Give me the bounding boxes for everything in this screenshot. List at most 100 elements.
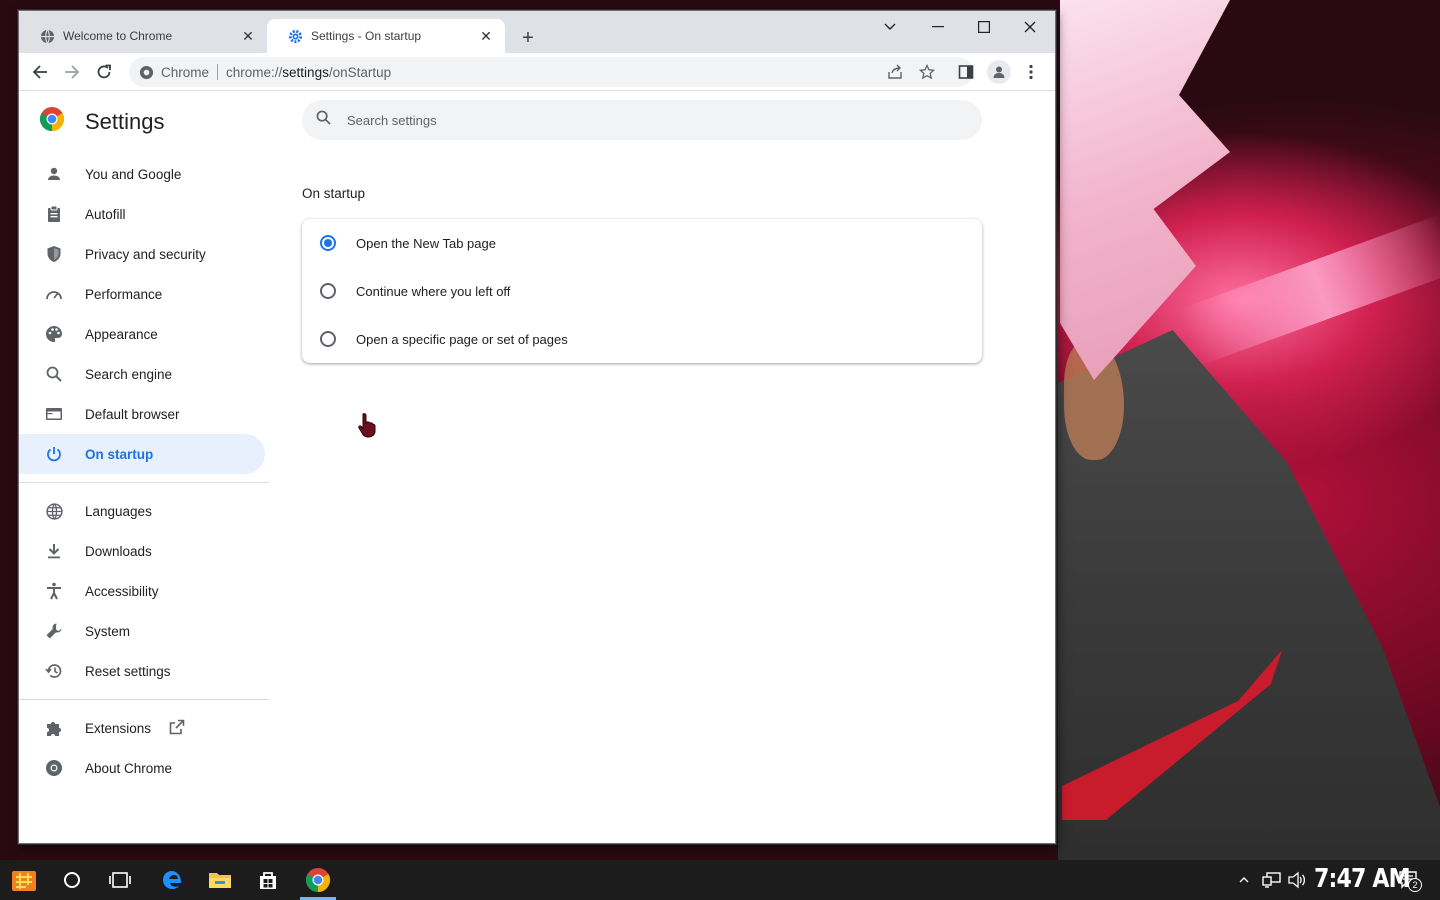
chrome-icon — [43, 757, 65, 779]
hand-cursor-icon — [358, 413, 376, 438]
notification-center-icon[interactable]: 2 — [1398, 866, 1422, 894]
store-icon[interactable] — [252, 864, 284, 896]
download-icon — [43, 540, 65, 562]
sidebar-item-about-chrome[interactable]: About Chrome — [19, 748, 269, 788]
tab-title: Settings - On startup — [311, 29, 422, 43]
person-icon — [43, 163, 65, 185]
sidebar-item-appearance[interactable]: Appearance — [19, 314, 269, 354]
search-settings-input[interactable]: Search settings — [302, 100, 982, 140]
sidebar-item-label: Reset settings — [85, 663, 171, 679]
task-view-icon[interactable] — [104, 864, 136, 896]
tab-settings[interactable]: Settings - On startup ✕ — [267, 19, 505, 53]
sidebar-item-label: Performance — [85, 286, 163, 302]
wrench-icon — [43, 620, 65, 642]
sidebar-item-label: Search engine — [85, 366, 173, 382]
chrome-page-icon — [137, 63, 155, 81]
startup-options-card: Open the New Tab page Continue where you… — [302, 219, 982, 363]
section-title: On startup — [302, 186, 366, 201]
omnibox-divider — [217, 64, 219, 80]
radio-button[interactable] — [320, 283, 336, 299]
sidebar-item-system[interactable]: System — [19, 611, 269, 651]
search-placeholder: Search settings — [347, 112, 437, 128]
more-menu-icon[interactable] — [1021, 62, 1041, 82]
sidebar-item-label: On startup — [85, 446, 154, 462]
browser-icon — [43, 403, 65, 425]
sidebar-item-label: Autofill — [85, 206, 126, 222]
share-icon[interactable] — [885, 62, 905, 82]
back-button[interactable] — [27, 59, 53, 85]
notification-count-badge: 2 — [1408, 878, 1422, 892]
settings-page: Settings Search settings You and Google … — [19, 92, 1055, 843]
minimize-button[interactable] — [915, 11, 961, 43]
start-button[interactable] — [8, 864, 40, 896]
sidebar-item-privacy-and-security[interactable]: Privacy and security — [19, 234, 269, 274]
tray-chevron-icon[interactable] — [1238, 866, 1250, 894]
sidebar-item-label: Default browser — [85, 406, 180, 422]
open-in-new-icon — [169, 719, 185, 738]
radio-button-selected[interactable] — [320, 235, 336, 251]
sidebar-divider — [19, 482, 269, 483]
puzzle-icon — [43, 717, 65, 739]
tab-welcome[interactable]: Welcome to Chrome ✕ — [19, 19, 267, 53]
globe-icon — [43, 500, 65, 522]
tab-search-icon[interactable] — [867, 11, 913, 43]
search-circle-icon[interactable] — [56, 864, 88, 896]
sidebar-item-search-engine[interactable]: Search engine — [19, 354, 269, 394]
tab-close-icon[interactable]: ✕ — [239, 27, 257, 45]
file-explorer-icon[interactable] — [204, 864, 236, 896]
shield-icon — [43, 243, 65, 265]
page-title: Settings — [85, 108, 165, 134]
close-window-button[interactable] — [1007, 11, 1053, 43]
reload-button[interactable] — [91, 59, 117, 85]
sidebar-item-autofill[interactable]: Autofill — [19, 194, 269, 234]
sidebar-item-on-startup[interactable]: On startup — [19, 434, 265, 474]
sidebar-item-you-and-google[interactable]: You and Google — [19, 154, 269, 194]
sidebar-item-accessibility[interactable]: Accessibility — [19, 571, 269, 611]
gear-icon — [287, 28, 303, 44]
startup-option-new-tab[interactable]: Open the New Tab page — [302, 219, 982, 267]
side-panel-icon[interactable] — [956, 62, 976, 82]
taskbar: 7:47 AM 2 — [0, 860, 1440, 900]
browser-toolbar: Chrome chrome://settings/onStartup — [19, 53, 1055, 91]
sidebar-item-reset-settings[interactable]: Reset settings — [19, 651, 269, 691]
bookmark-star-icon[interactable] — [917, 62, 937, 82]
globe-icon — [39, 28, 55, 44]
wallpaper-light-ray — [1178, 213, 1440, 367]
palette-icon — [43, 323, 65, 345]
chrome-logo-icon — [39, 106, 65, 137]
new-tab-button[interactable]: + — [515, 25, 541, 51]
volume-icon[interactable] — [1287, 866, 1307, 894]
sidebar-item-default-browser[interactable]: Default browser — [19, 394, 269, 434]
option-label: Open a specific page or set of pages — [356, 331, 568, 347]
startup-option-specific-pages[interactable]: Open a specific page or set of pages — [302, 315, 982, 363]
tab-close-icon[interactable]: ✕ — [477, 27, 495, 45]
settings-header: Settings — [39, 106, 165, 137]
sidebar-item-downloads[interactable]: Downloads — [19, 531, 269, 571]
search-icon — [43, 363, 65, 385]
sidebar-item-label: Privacy and security — [85, 246, 206, 262]
sidebar-item-label: Accessibility — [85, 583, 159, 599]
sidebar-item-languages[interactable]: Languages — [19, 491, 269, 531]
settings-content: On startup Open the New Tab page Continu… — [302, 186, 982, 363]
maximize-button[interactable] — [961, 11, 1007, 43]
accessibility-icon — [43, 580, 65, 602]
sidebar-item-performance[interactable]: Performance — [19, 274, 269, 314]
settings-sidebar: You and Google Autofill Privacy and secu… — [19, 154, 269, 788]
sidebar-item-extensions[interactable]: Extensions — [19, 708, 269, 748]
chrome-taskbar-icon[interactable] — [302, 864, 334, 896]
startup-option-continue[interactable]: Continue where you left off — [302, 267, 982, 315]
radio-button[interactable] — [320, 331, 336, 347]
profile-avatar[interactable] — [987, 60, 1011, 84]
address-bar[interactable]: Chrome chrome://settings/onStartup — [129, 57, 973, 87]
edge-icon[interactable] — [156, 864, 188, 896]
sidebar-item-label: You and Google — [85, 166, 182, 182]
network-icon[interactable] — [1262, 866, 1282, 894]
forward-button[interactable] — [59, 59, 85, 85]
sidebar-item-label: Languages — [85, 503, 152, 519]
sidebar-divider — [19, 699, 269, 700]
taskbar-clock[interactable]: 7:47 AM — [1314, 864, 1411, 894]
sidebar-item-label: Downloads — [85, 543, 152, 559]
sidebar-item-label: About Chrome — [85, 760, 173, 776]
url-path: /onStartup — [328, 64, 392, 80]
title-bar: Welcome to Chrome ✕ Settings - On startu… — [19, 11, 1055, 53]
